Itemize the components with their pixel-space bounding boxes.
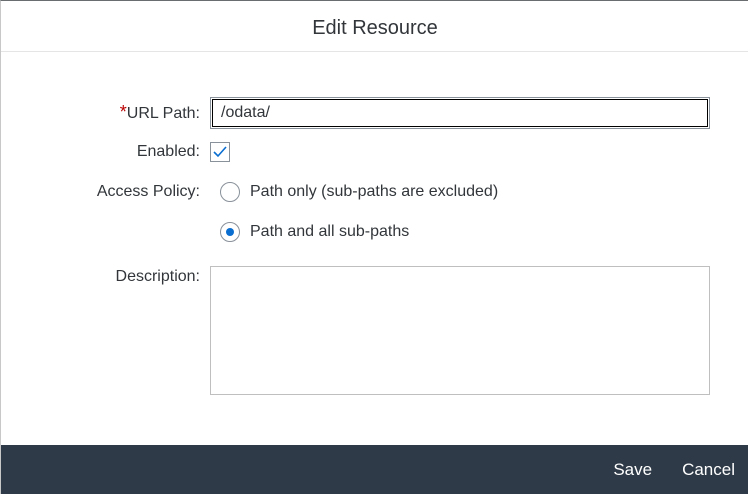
radio-path-and-subpaths[interactable]: Path and all sub-paths	[220, 222, 409, 242]
dialog-title: Edit Resource	[312, 16, 438, 39]
dialog-header: Edit Resource	[1, 1, 748, 52]
description-textarea[interactable]	[210, 266, 710, 395]
radio-path-only-label: Path only (sub-paths are excluded)	[250, 183, 499, 200]
access-policy-label: Access Policy:	[96, 183, 200, 200]
radio-selected-dot	[226, 228, 234, 236]
enabled-checkbox[interactable]	[210, 142, 230, 162]
radio-path-only[interactable]: Path only (sub-paths are excluded)	[220, 182, 498, 202]
edit-resource-dialog: Edit Resource *URL Path: Enabled: Access…	[0, 0, 748, 494]
checkmark-icon	[213, 146, 227, 158]
radio-path-and-subpaths-label: Path and all sub-paths	[250, 223, 410, 240]
radio-button-selected[interactable]	[220, 222, 240, 242]
save-button[interactable]: Save	[613, 460, 652, 480]
url-path-label-group: *URL Path:	[120, 102, 200, 123]
url-path-input[interactable]	[210, 97, 710, 129]
cancel-button[interactable]: Cancel	[682, 460, 735, 480]
enabled-label: Enabled:	[136, 143, 200, 160]
required-indicator: *	[119, 102, 127, 122]
radio-button-unselected[interactable]	[220, 182, 240, 202]
url-path-label: URL Path:	[126, 105, 200, 122]
dialog-footer: Save Cancel	[1, 445, 748, 494]
description-label: Description:	[115, 268, 200, 285]
